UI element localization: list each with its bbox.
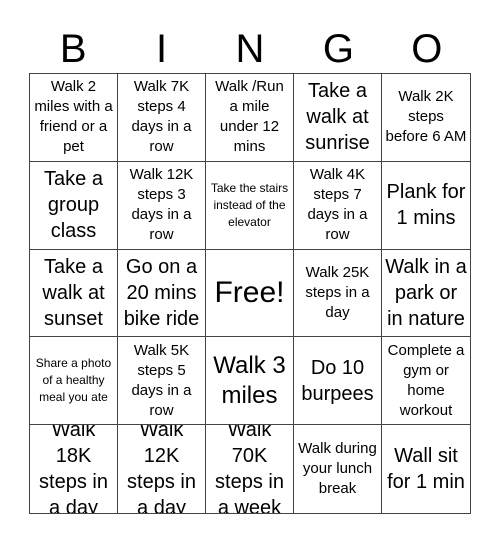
bingo-cell-text: Walk 4K steps 7 days in a row: [307, 166, 368, 244]
bingo-cell-text: Walk 2 miles with a friend or a pet: [34, 78, 113, 156]
bingo-cell[interactable]: Complete a gym or home workout: [382, 337, 470, 426]
bingo-cell[interactable]: Walk 12K steps 3 days in a row: [118, 161, 206, 250]
bingo-cell-text: Walk in a park or in nature: [385, 255, 467, 330]
bingo-cell-text: Take a walk at sunrise: [305, 80, 370, 155]
bingo-cell-text: Walk 12K steps in a day: [127, 425, 196, 513]
bingo-cell-text: Walk 12K steps 3 days in a row: [129, 166, 194, 244]
bingo-cell[interactable]: Take a walk at sunset: [30, 249, 118, 338]
bingo-cell[interactable]: Walk 25K steps in a day: [294, 249, 382, 338]
bingo-cell[interactable]: Take a group class: [30, 161, 118, 250]
bingo-cell[interactable]: Take a walk at sunrise: [294, 74, 382, 162]
bingo-cell[interactable]: Walk 4K steps 7 days in a row: [294, 161, 382, 250]
bingo-cell-text: Walk 70K steps in a week: [215, 425, 284, 513]
bingo-cell[interactable]: Plank for 1 mins: [382, 162, 470, 250]
bingo-cell-text: Walk 3 miles: [213, 351, 286, 409]
bingo-cell[interactable]: Walk 3 miles: [206, 337, 294, 426]
bingo-cell[interactable]: Walk in a park or in nature: [382, 250, 470, 338]
bingo-cell[interactable]: Take the stairs instead of the elevator: [206, 161, 294, 250]
bingo-cell[interactable]: Walk 18K steps in a day: [30, 425, 118, 513]
bingo-card: Walk 2 miles with a friend or a pet Walk …: [29, 73, 471, 514]
bingo-cell-text: Complete a gym or home workout: [387, 341, 465, 419]
bingo-cell[interactable]: Do 10 burpees: [294, 337, 382, 426]
bingo-cell-text: Share a photo of a healthy meal you ate: [35, 356, 112, 405]
bingo-cell-text: Plank for 1 mins: [386, 181, 466, 230]
header-letter-o: O: [411, 27, 443, 71]
bingo-cell-text: Take a walk at sunset: [42, 255, 105, 330]
header-letter-i: I: [156, 27, 168, 71]
bingo-cell[interactable]: Walk 2K steps before 6 AM: [382, 74, 470, 162]
bingo-cell[interactable]: Walk 2 miles with a friend or a pet: [30, 74, 118, 162]
bingo-cell-text: Walk during your lunch break: [298, 440, 377, 498]
bingo-cell[interactable]: Walk 7K steps 4 days in a row: [118, 74, 206, 162]
bingo-cell-text: Walk /Run a mile under 12 mins: [215, 78, 284, 156]
bingo-cell-text: Walk 7K steps 4 days in a row: [131, 78, 192, 156]
header-letter-b: B: [59, 27, 87, 71]
bingo-header: B I N G O: [29, 26, 471, 72]
bingo-cell-text: Walk 25K steps in a day: [305, 263, 370, 321]
bingo-cell-text: Take the stairs instead of the elevator: [210, 180, 289, 229]
bingo-cell-free[interactable]: Free!: [206, 249, 294, 338]
bingo-cell-text: Walk 2K steps before 6 AM: [385, 88, 467, 146]
bingo-cell[interactable]: Wall sit for 1 min: [382, 425, 470, 513]
bingo-cell[interactable]: Walk 70K steps in a week: [206, 425, 294, 513]
bingo-cell-text: Walk 5K steps 5 days in a row: [131, 341, 192, 419]
bingo-cell[interactable]: Walk 5K steps 5 days in a row: [118, 337, 206, 426]
bingo-cell-text: Go on a 20 mins bike ride: [123, 255, 200, 330]
bingo-cell-text: Walk 18K steps in a day: [39, 425, 108, 513]
bingo-cell-text: Do 10 burpees: [301, 356, 374, 405]
bingo-cell[interactable]: Walk 12K steps in a day: [118, 425, 206, 513]
bingo-cell-text: Take a group class: [44, 168, 103, 243]
bingo-cell[interactable]: Share a photo of a healthy meal you ate: [30, 337, 118, 426]
bingo-cell-text: Free!: [214, 275, 285, 309]
bingo-cell[interactable]: Go on a 20 mins bike ride: [118, 249, 206, 338]
header-letter-n: N: [235, 27, 265, 71]
header-letter-g: G: [322, 27, 354, 71]
bingo-cell[interactable]: Walk during your lunch break: [294, 425, 382, 513]
bingo-cell-text: Wall sit for 1 min: [387, 445, 465, 494]
bingo-cell[interactable]: Walk /Run a mile under 12 mins: [206, 74, 294, 162]
